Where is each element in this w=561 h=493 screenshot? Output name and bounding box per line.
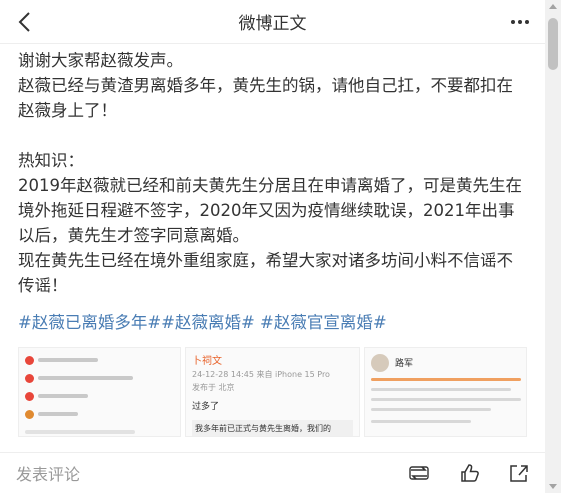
- hashtag-link[interactable]: #赵薇已离婚多年#: [18, 313, 161, 332]
- more-horizontal-icon[interactable]: [509, 12, 531, 32]
- post-paragraph: 现在黄先生已经在境外重组家庭，希望大家对诸多坊间小料不信谣不传谣！: [18, 251, 513, 295]
- chevron-left-icon[interactable]: [14, 10, 36, 34]
- scrollbar-thumb[interactable]: [548, 18, 558, 70]
- image-text: 过多了: [192, 402, 220, 412]
- image-username: 卜祠文: [192, 356, 222, 367]
- avatar: [371, 354, 389, 372]
- post-images: 卜祠文 24-12-28 14:45 来自 iPhone 15 Pro 发布于 …: [18, 347, 527, 437]
- hashtag-link[interactable]: #赵薇官宣离婚#: [255, 313, 387, 332]
- thumbs-up-icon[interactable]: [455, 461, 483, 485]
- bottom-action-bar: 发表评论: [0, 452, 545, 493]
- action-icons: [405, 461, 533, 485]
- top-nav-bar: 微博正文: [0, 0, 545, 44]
- hashtag-row: #赵薇已离婚多年##赵薇离婚# #赵薇官宣离婚#: [18, 310, 527, 335]
- image-quote: 我多年前已正式与黄先生离婚，我们的: [192, 420, 353, 436]
- image-meta: 发布于 北京: [192, 383, 235, 392]
- page-title: 微博正文: [238, 14, 307, 34]
- post-image-1[interactable]: [18, 347, 181, 437]
- share-icon[interactable]: [505, 461, 533, 485]
- image-username: 路军: [395, 359, 414, 369]
- post-paragraph: 赵薇已经与黄渣男离婚多年，黄先生的锅，请他自己扛，不要都扣在赵薇身上了！: [18, 76, 513, 120]
- post-paragraph: 热知识：: [18, 151, 84, 170]
- scrollbar[interactable]: [545, 0, 561, 493]
- repost-icon[interactable]: [405, 461, 433, 485]
- hashtag-link[interactable]: #赵薇离婚#: [161, 313, 255, 332]
- comment-input[interactable]: 发表评论: [16, 461, 80, 485]
- scroll-up-arrow-icon[interactable]: [549, 4, 557, 9]
- post-paragraph: 2019年赵薇就已经和前夫黄先生分居且在申请离婚了，可是黄先生在境外拖延日程避不…: [18, 176, 522, 245]
- post-image-3[interactable]: 路军: [364, 347, 527, 437]
- image-meta: 24-12-28 14:45 来自 iPhone 15 Pro: [192, 370, 330, 379]
- post-image-2[interactable]: 卜祠文 24-12-28 14:45 来自 iPhone 15 Pro 发布于 …: [185, 347, 360, 437]
- scroll-down-arrow-icon[interactable]: [549, 484, 557, 489]
- post-paragraph: 谢谢大家帮赵薇发声。: [18, 51, 183, 70]
- post-content: 谢谢大家帮赵薇发声。 赵薇已经与黄渣男离婚多年，黄先生的锅，请他自己扛，不要都扣…: [0, 44, 545, 440]
